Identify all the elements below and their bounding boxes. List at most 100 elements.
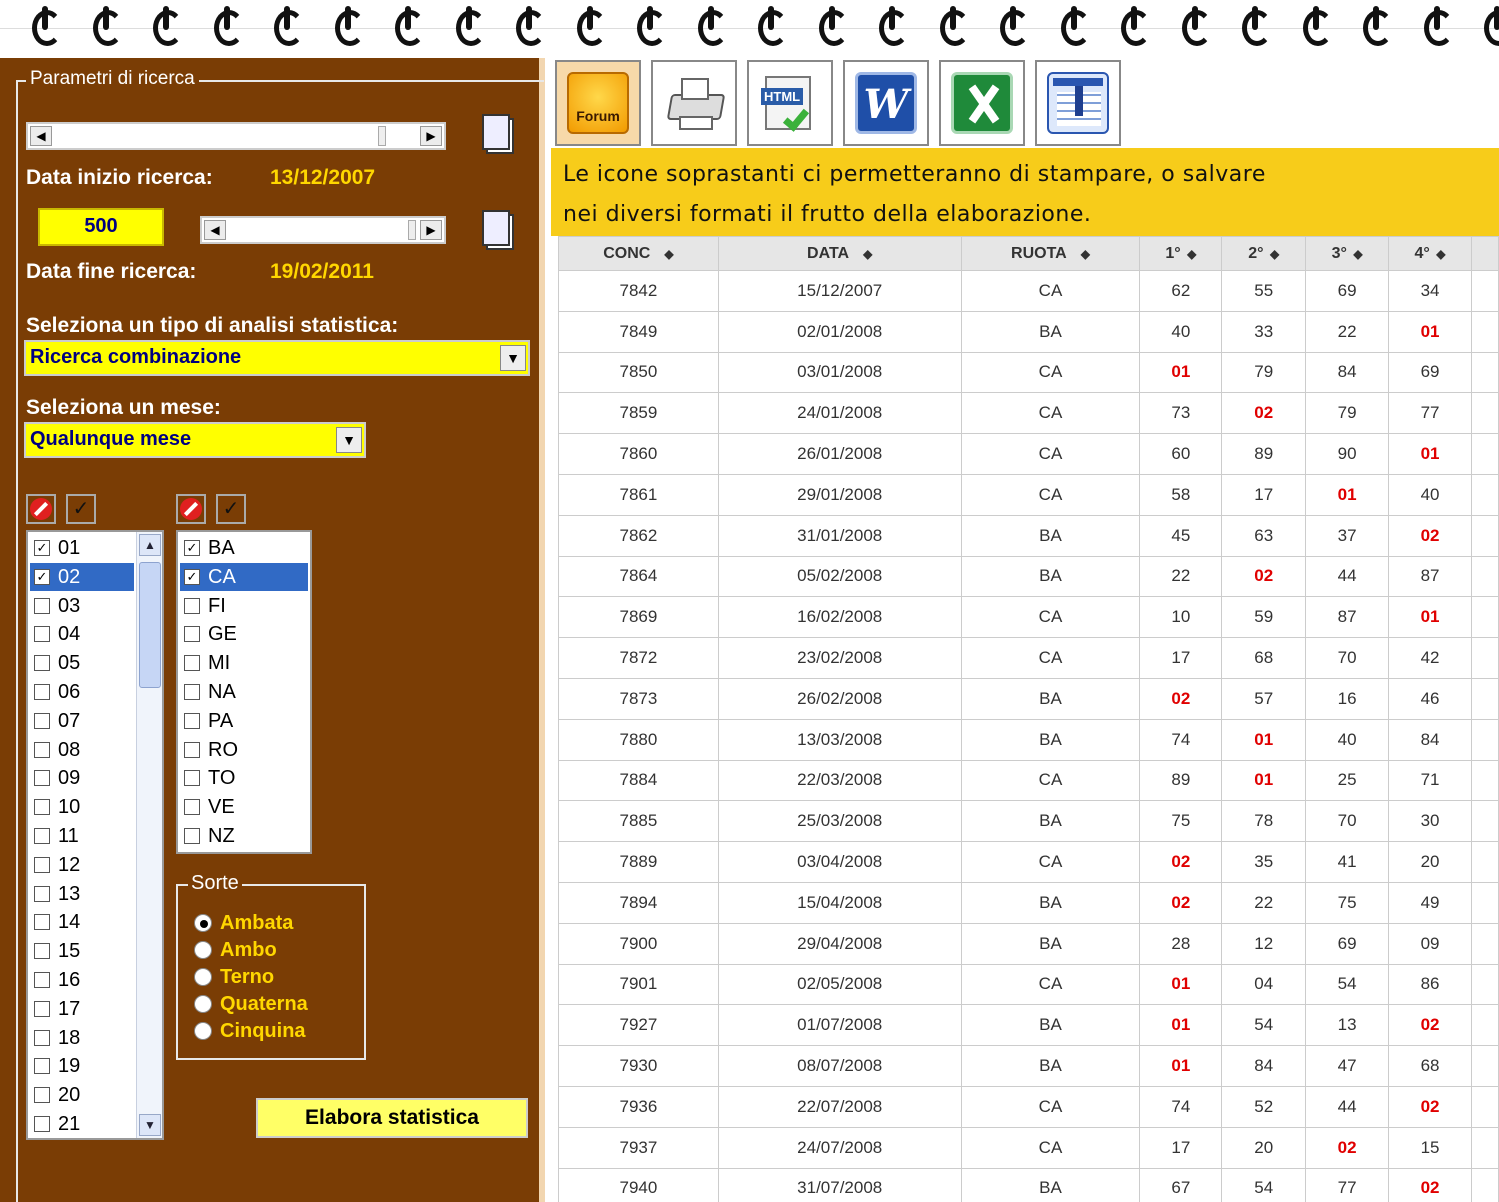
- scroll-up-icon[interactable]: ▲: [139, 534, 161, 556]
- print-button[interactable]: [651, 60, 737, 146]
- checkbox[interactable]: [34, 597, 50, 614]
- list-item[interactable]: ✓ 02: [30, 562, 134, 591]
- checkbox[interactable]: [34, 626, 50, 643]
- list-item[interactable]: 07: [30, 707, 134, 735]
- deselect-all-ruote-button[interactable]: [176, 494, 206, 524]
- checkbox[interactable]: [184, 770, 200, 787]
- checkbox[interactable]: [34, 914, 50, 931]
- checkbox[interactable]: [184, 597, 200, 614]
- radio-icon[interactable]: [194, 995, 212, 1013]
- numbers-list-scrollbar[interactable]: ▲ ▼: [136, 532, 162, 1138]
- list-item[interactable]: RO: [180, 736, 308, 764]
- slider-right-arrow[interactable]: ▶: [420, 126, 442, 146]
- sort-icon[interactable]: ◆: [1081, 247, 1090, 261]
- elabora-statistica-button[interactable]: Elabora statistica: [256, 1098, 528, 1138]
- radio-icon[interactable]: [194, 914, 212, 932]
- sort-icon[interactable]: ◆: [1270, 247, 1279, 261]
- list-item[interactable]: 03: [30, 592, 134, 620]
- list-item[interactable]: PA: [180, 707, 308, 735]
- sort-icon[interactable]: ◆: [863, 247, 872, 261]
- column-header[interactable]: 4° ◆: [1388, 236, 1472, 271]
- table-export-button[interactable]: [1035, 60, 1121, 146]
- column-header[interactable]: 2° ◆: [1221, 236, 1307, 271]
- checkbox[interactable]: [34, 799, 50, 816]
- list-item[interactable]: ✓ CA: [180, 562, 308, 591]
- table-row[interactable]: 7884 22/03/2008 CA 89 01 25 71: [558, 759, 1499, 802]
- list-item[interactable]: 16: [30, 966, 134, 994]
- checkbox[interactable]: ✓: [34, 568, 50, 585]
- list-item[interactable]: 05: [30, 649, 134, 677]
- table-row[interactable]: 7880 13/03/2008 BA 74 01 40 84: [558, 718, 1499, 761]
- slider-left-arrow[interactable]: ◀: [30, 126, 52, 146]
- checkbox[interactable]: [184, 655, 200, 672]
- month-select[interactable]: Qualunque mese ▼: [24, 422, 366, 458]
- list-item[interactable]: 19: [30, 1052, 134, 1080]
- radio-icon[interactable]: [194, 1022, 212, 1040]
- checkbox[interactable]: [184, 626, 200, 643]
- html-export-button[interactable]: HTML: [747, 60, 833, 146]
- table-row[interactable]: 7900 29/04/2008 BA 28 12 69 09: [558, 922, 1499, 965]
- column-header[interactable]: 3° ◆: [1305, 236, 1390, 271]
- checkbox[interactable]: [34, 684, 50, 700]
- column-header[interactable]: RUOTA ◆: [960, 236, 1141, 271]
- table-row[interactable]: 7901 02/05/2008 CA 01 04 54 86: [558, 963, 1499, 1006]
- checkbox[interactable]: [34, 741, 50, 758]
- scroll-thumb[interactable]: [139, 562, 161, 688]
- list-item[interactable]: MI: [180, 649, 308, 677]
- table-row[interactable]: 7850 03/01/2008 CA 01 79 84 69: [558, 351, 1499, 394]
- list-item[interactable]: GE: [180, 620, 308, 648]
- list-item[interactable]: 21: [30, 1110, 134, 1138]
- list-item[interactable]: ✓ BA: [180, 534, 308, 562]
- checkbox[interactable]: [34, 1000, 50, 1017]
- checkbox[interactable]: [34, 885, 50, 902]
- checkbox[interactable]: [34, 1029, 50, 1046]
- list-item[interactable]: 17: [30, 995, 134, 1023]
- list-item[interactable]: ✓ 01: [30, 534, 134, 562]
- checkbox[interactable]: [34, 1116, 50, 1132]
- table-row[interactable]: 7936 22/07/2008 CA 74 52 44 02: [558, 1085, 1499, 1128]
- checkbox[interactable]: [34, 655, 50, 672]
- checkbox[interactable]: [34, 1087, 50, 1104]
- word-export-button[interactable]: W: [843, 60, 929, 146]
- checkbox[interactable]: [34, 770, 50, 787]
- table-row[interactable]: 7940 31/07/2008 BA 67 54 77 02: [558, 1167, 1499, 1202]
- checkbox[interactable]: ✓: [34, 540, 50, 556]
- list-item[interactable]: 04: [30, 620, 134, 648]
- chevron-down-icon[interactable]: ▼: [500, 345, 526, 371]
- list-item[interactable]: NZ: [180, 822, 308, 850]
- list-item[interactable]: 11: [30, 822, 134, 850]
- excel-export-button[interactable]: [939, 60, 1025, 146]
- slider-thumb[interactable]: [408, 220, 416, 240]
- list-item[interactable]: 09: [30, 764, 134, 792]
- select-all-ruote-button[interactable]: ✓: [216, 494, 246, 524]
- checkbox[interactable]: [34, 712, 50, 729]
- checkbox[interactable]: [184, 799, 200, 816]
- sorte-radio[interactable]: Cinquina: [194, 1018, 306, 1044]
- list-item[interactable]: 14: [30, 908, 134, 936]
- table-row[interactable]: 7859 24/01/2008 CA 73 02 79 77: [558, 392, 1499, 435]
- list-item[interactable]: NA: [180, 678, 308, 706]
- sort-icon[interactable]: ◆: [664, 247, 673, 261]
- sort-icon[interactable]: ◆: [1353, 247, 1362, 261]
- start-date-slider[interactable]: ◀ ▶: [26, 122, 446, 150]
- numbers-list[interactable]: ▲ ▼ ✓ 01 ✓ 02 03 04 05 06 07 08 09 10 11 12 13 14 15 16 17…: [26, 530, 164, 1140]
- table-row[interactable]: 7937 24/07/2008 CA 17 20 02 15: [558, 1126, 1499, 1169]
- table-row[interactable]: 7872 23/02/2008 CA 17 68 70 42: [558, 637, 1499, 679]
- document-icon[interactable]: [480, 208, 516, 252]
- checkbox[interactable]: [184, 741, 200, 758]
- checkbox[interactable]: [34, 856, 50, 873]
- list-item[interactable]: 12: [30, 851, 134, 879]
- list-item[interactable]: 20: [30, 1081, 134, 1109]
- checkbox[interactable]: [34, 828, 50, 844]
- table-row[interactable]: 7842 15/12/2007 CA 62 55 69 34: [558, 270, 1499, 312]
- column-header[interactable]: DATA ◆: [717, 236, 962, 271]
- table-row[interactable]: 7873 26/02/2008 BA 02 57 16 46: [558, 677, 1499, 720]
- sorte-radio[interactable]: Quaterna: [194, 991, 308, 1017]
- scroll-down-icon[interactable]: ▼: [139, 1114, 161, 1136]
- sorte-radio[interactable]: Terno: [194, 964, 274, 990]
- checkbox[interactable]: [184, 712, 200, 729]
- sort-icon[interactable]: ◆: [1436, 247, 1445, 261]
- select-all-numbers-button[interactable]: ✓: [66, 494, 96, 524]
- slider-right-arrow[interactable]: ▶: [420, 220, 442, 240]
- table-row[interactable]: 7927 01/07/2008 BA 01 54 13 02: [558, 1004, 1499, 1047]
